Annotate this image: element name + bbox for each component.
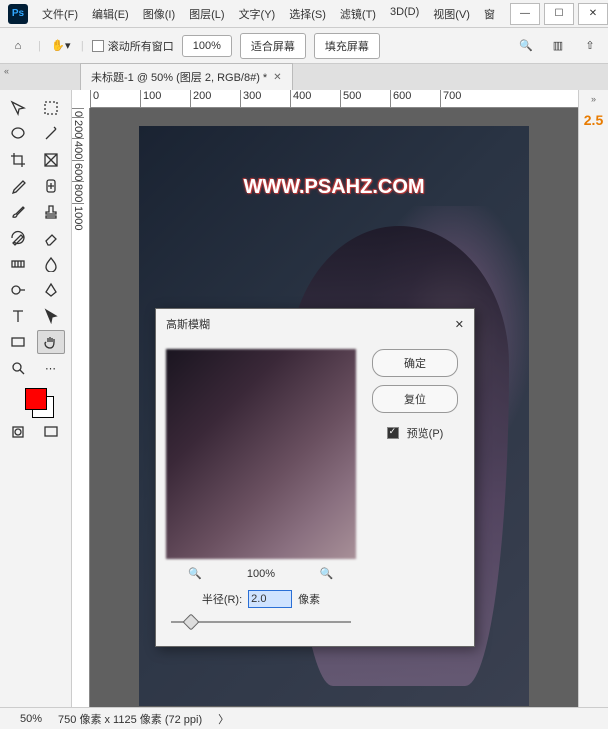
maximize-button[interactable]: ☐ [544,3,574,25]
document-tab[interactable]: 未标题-1 @ 50% (图层 2, RGB/8#) *✕ [80,63,293,90]
pen-tool[interactable] [37,278,65,302]
hand-tool[interactable] [37,330,65,354]
preview-zoom-level: 100% [247,568,275,580]
rectangle-tool[interactable] [4,330,32,354]
radius-input[interactable] [248,590,292,608]
radius-unit: 像素 [298,591,320,607]
document-tabs: « 未标题-1 @ 50% (图层 2, RGB/8#) *✕ [0,64,608,90]
zoom-in-icon[interactable]: 🔍 [320,567,334,580]
radius-label: 半径(R): [202,591,242,607]
gaussian-blur-dialog: 高斯模糊 ✕ 🔍 100% 🔍 半径(R): 像素 确定 复位 预览(P) [155,308,475,647]
wand-tool[interactable] [37,122,65,146]
options-bar: ⌂ | ✋▾ | 滚动所有窗口 100% 适合屏幕 填充屏幕 🔍 ▥ ⇧ [0,28,608,64]
hand-tool-icon[interactable]: ✋▾ [49,34,73,58]
menu-edit[interactable]: 编辑(E) [86,2,135,26]
close-tab-icon[interactable]: ✕ [273,72,281,83]
foreground-color[interactable] [25,388,47,410]
search-icon[interactable]: 🔍 [514,34,538,58]
title-bar: Ps 文件(F) 编辑(E) 图像(I) 图层(L) 文字(Y) 选择(S) 滤… [0,0,608,28]
path-select-tool[interactable] [37,304,65,328]
share-icon[interactable]: ⇧ [578,34,602,58]
close-window-button[interactable]: ✕ [578,3,608,25]
blur-preview-image[interactable] [166,349,356,559]
history-brush-tool[interactable] [4,226,32,250]
menu-image[interactable]: 图像(I) [137,2,181,26]
eraser-tool[interactable] [37,226,65,250]
menu-window[interactable]: 窗 [478,2,501,26]
ruler-vertical[interactable]: 02004006008001000 [72,108,90,707]
menu-3d[interactable]: 3D(D) [384,2,425,26]
eyedropper-tool[interactable] [4,174,32,198]
screenmode-tool[interactable] [37,420,65,444]
gradient-tool[interactable] [4,252,32,276]
collapse-panel-icon[interactable]: » [579,94,608,104]
watermark-text: WWW.PSAHZ.COM [139,176,529,199]
color-swatch[interactable] [4,388,67,418]
stamp-tool[interactable] [37,200,65,224]
zoom-tool[interactable] [4,356,32,380]
preview-checkbox[interactable]: 预览(P) [387,425,444,441]
menu-layer[interactable]: 图层(L) [183,2,230,26]
menu-view[interactable]: 视图(V) [427,2,476,26]
panels-icon[interactable]: ▥ [546,34,570,58]
dialog-close-icon[interactable]: ✕ [455,318,464,331]
move-tool[interactable] [4,96,32,120]
status-zoom[interactable]: 50% [20,713,42,725]
tool-panel: ⋯ [0,90,72,707]
fill-screen-button[interactable]: 填充屏幕 [314,33,380,59]
panel-value[interactable]: 2.5 [579,112,608,128]
radius-slider[interactable] [171,614,351,630]
dodge-tool[interactable] [4,278,32,302]
status-chevron-icon[interactable]: 〉 [218,711,229,727]
quickmask-tool[interactable] [4,420,32,444]
collapse-arrow-icon[interactable]: « [4,66,9,76]
lasso-tool[interactable] [4,122,32,146]
minimize-button[interactable]: — [510,3,540,25]
brush-tool[interactable] [4,200,32,224]
ruler-horizontal[interactable]: 0100200300400500600700 [90,90,578,108]
type-tool[interactable] [4,304,32,328]
dialog-title: 高斯模糊 [166,316,210,332]
menu-filter[interactable]: 滤镜(T) [334,2,382,26]
zoom-level-button[interactable]: 100% [182,35,232,57]
menu-select[interactable]: 选择(S) [283,2,332,26]
zoom-out-icon[interactable]: 🔍 [188,567,202,580]
scroll-all-checkbox[interactable]: 滚动所有窗口 [92,38,174,54]
frame-tool[interactable] [37,148,65,172]
fit-screen-button[interactable]: 适合屏幕 [240,33,306,59]
menu-type[interactable]: 文字(Y) [233,2,282,26]
status-bar: 50% 750 像素 x 1125 像素 (72 ppi) 〉 [0,707,608,729]
ok-button[interactable]: 确定 [372,349,458,377]
main-menu: 文件(F) 编辑(E) 图像(I) 图层(L) 文字(Y) 选择(S) 滤镜(T… [36,2,506,26]
crop-tool[interactable] [4,148,32,172]
marquee-tool[interactable] [37,96,65,120]
blur-tool[interactable] [37,252,65,276]
more-tools[interactable]: ⋯ [37,356,65,380]
reset-button[interactable]: 复位 [372,385,458,413]
app-logo: Ps [8,4,28,24]
right-panel: » 2.5 [578,90,608,707]
status-doc-info[interactable]: 750 像素 x 1125 像素 (72 ppi) [58,711,202,727]
home-icon[interactable]: ⌂ [6,34,30,58]
heal-tool[interactable] [37,174,65,198]
menu-file[interactable]: 文件(F) [36,2,84,26]
